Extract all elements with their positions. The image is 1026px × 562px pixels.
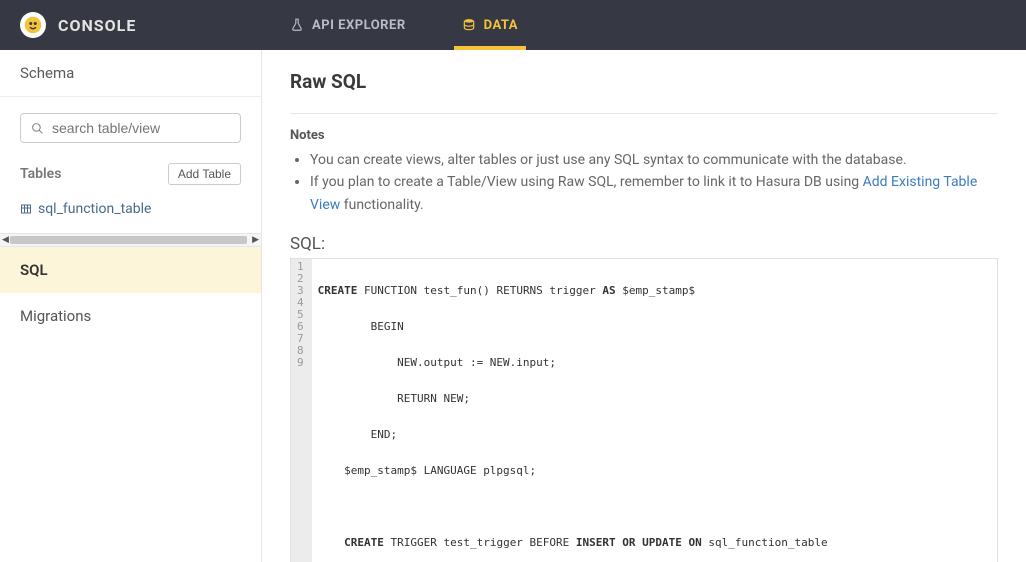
database-icon bbox=[462, 18, 476, 32]
table-list: sql_function_table bbox=[0, 191, 261, 233]
page-title: Raw SQL bbox=[290, 70, 998, 93]
code-line-6: $emp_stamp$ LANGUAGE plpgsql; bbox=[318, 465, 991, 477]
add-table-button[interactable]: Add Table bbox=[168, 163, 241, 185]
table-icon bbox=[20, 203, 32, 215]
hasura-logo-icon bbox=[20, 12, 46, 38]
code-line-2: BEGIN bbox=[318, 321, 991, 333]
search-icon bbox=[31, 122, 44, 135]
code-line-4: RETURN NEW; bbox=[318, 393, 991, 405]
tab-api-explorer[interactable]: API EXPLORER bbox=[262, 0, 434, 50]
sidebar-item-migrations-label: Migrations bbox=[20, 307, 91, 325]
code-line-7 bbox=[318, 501, 991, 513]
sidebar-schema[interactable]: Schema bbox=[0, 50, 261, 97]
notes-line-1: You can create views, alter tables or ju… bbox=[310, 149, 998, 171]
table-item-sql-function-table[interactable]: sql_function_table bbox=[20, 195, 241, 223]
brand-title: CONSOLE bbox=[58, 16, 136, 35]
notes-line-2: If you plan to create a Table/View using… bbox=[310, 171, 998, 216]
code-line-3: NEW.output := NEW.input; bbox=[318, 357, 991, 369]
topnav: API EXPLORER DATA bbox=[262, 0, 546, 50]
code-line-8: CREATE TRIGGER test_trigger BEFORE INSER… bbox=[318, 537, 991, 549]
code-line-5: END; bbox=[318, 429, 991, 441]
sidebar-item-sql-label: SQL bbox=[20, 261, 48, 279]
topbar: CONSOLE API EXPLORER DATA bbox=[0, 0, 1026, 50]
sidebar-item-migrations[interactable]: Migrations bbox=[0, 293, 261, 339]
sidebar-horizontal-scrollbar[interactable] bbox=[0, 233, 261, 247]
sidebar-item-sql[interactable]: SQL bbox=[0, 247, 261, 293]
tables-header: Tables Add Table bbox=[0, 151, 261, 191]
scrollbar-thumb[interactable] bbox=[10, 236, 247, 244]
editor-gutter: 123456789 bbox=[291, 259, 312, 562]
search-input-wrap[interactable] bbox=[20, 113, 241, 143]
editor-code[interactable]: CREATE FUNCTION test_fun() RETURNS trigg… bbox=[312, 259, 997, 562]
divider bbox=[290, 113, 998, 114]
notes-heading: Notes bbox=[290, 128, 998, 143]
notes-list: You can create views, alter tables or ju… bbox=[290, 149, 998, 216]
search-input[interactable] bbox=[52, 120, 233, 136]
sql-editor[interactable]: 123456789 CREATE FUNCTION test_fun() RET… bbox=[290, 258, 998, 562]
sidebar-schema-label: Schema bbox=[20, 64, 74, 82]
main: Raw SQL Notes You can create views, alte… bbox=[262, 50, 1026, 562]
notes-line-2-prefix: If you plan to create a Table/View using… bbox=[310, 174, 863, 190]
layout: Schema Tables Add Table sql_function_tab… bbox=[0, 50, 1026, 562]
notes-line-2-suffix: functionality. bbox=[340, 197, 423, 213]
brand: CONSOLE bbox=[0, 12, 262, 38]
tab-data[interactable]: DATA bbox=[434, 0, 546, 50]
tab-data-label: DATA bbox=[484, 18, 518, 33]
sql-label: SQL: bbox=[290, 234, 998, 254]
table-item-label: sql_function_table bbox=[38, 201, 151, 217]
code-line-1: CREATE FUNCTION test_fun() RETURNS trigg… bbox=[318, 285, 991, 297]
flask-icon bbox=[290, 18, 304, 32]
tables-label: Tables bbox=[20, 166, 61, 182]
tab-api-explorer-label: API EXPLORER bbox=[312, 18, 406, 33]
sidebar: Schema Tables Add Table sql_function_tab… bbox=[0, 50, 262, 562]
